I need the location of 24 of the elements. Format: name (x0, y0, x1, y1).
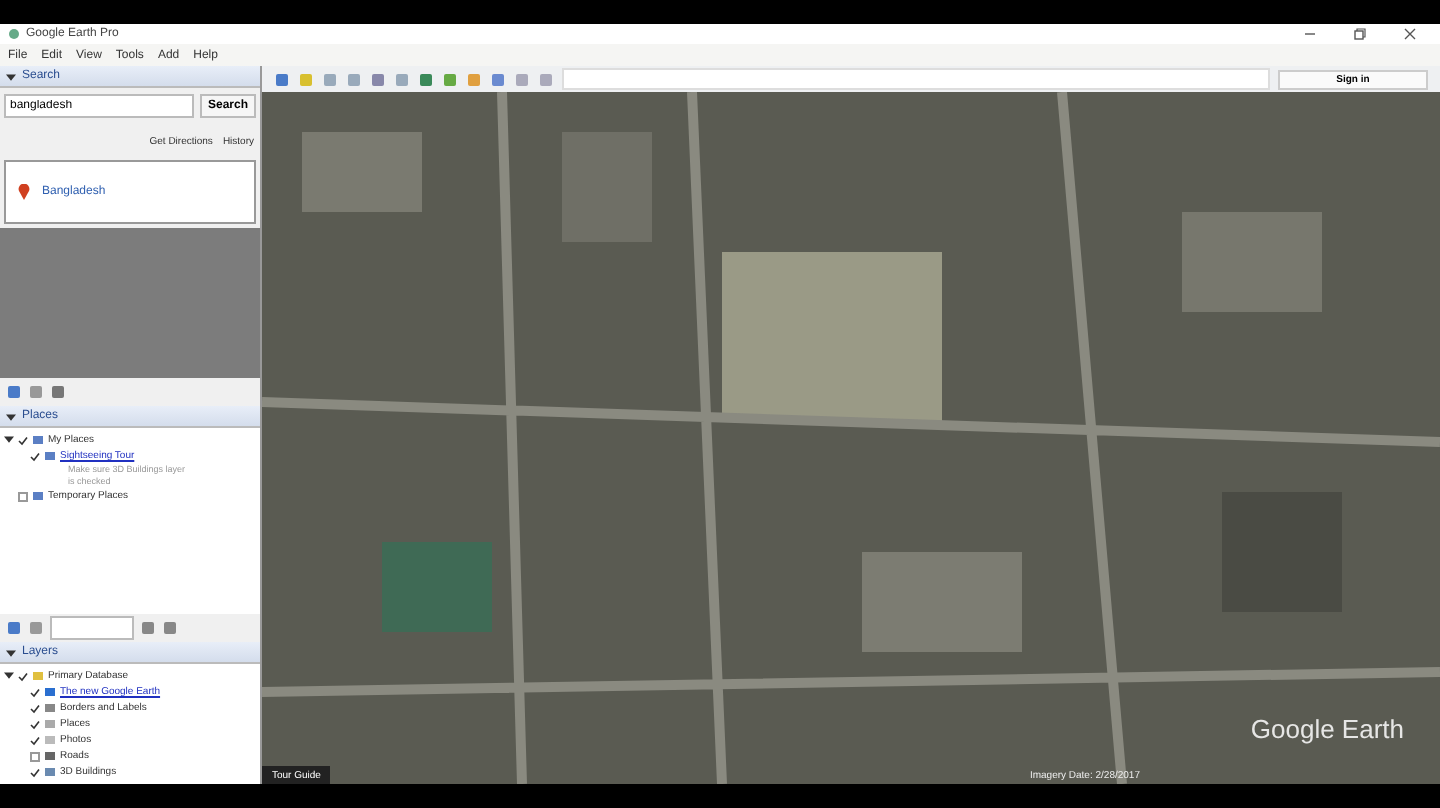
map-pin-icon (18, 184, 30, 200)
collapse-arrow-icon[interactable] (6, 71, 16, 81)
satellite-map-drawing[interactable] (262, 92, 1440, 784)
checkbox[interactable] (30, 735, 40, 745)
app-logo-icon (8, 28, 20, 40)
checkbox[interactable] (30, 687, 40, 697)
collapse-arrow-icon[interactable] (6, 647, 16, 657)
collapse-arrow-icon[interactable] (6, 411, 16, 421)
minimize-icon[interactable] (1304, 28, 1316, 40)
checkbox[interactable] (30, 451, 40, 461)
map-logo: Google Earth (1250, 714, 1404, 744)
restore-icon[interactable] (1354, 28, 1366, 40)
filter-field[interactable] (50, 616, 134, 640)
close-icon[interactable] (1404, 28, 1416, 40)
collapse-arrow-icon[interactable] (4, 434, 14, 444)
checkbox[interactable] (30, 719, 40, 729)
checkbox[interactable] (30, 767, 40, 777)
square-icon (44, 718, 56, 730)
checkbox[interactable] (18, 671, 28, 681)
collapse-arrow-icon[interactable] (4, 670, 14, 680)
checkbox[interactable] (18, 491, 28, 501)
checkbox[interactable] (30, 703, 40, 713)
checkbox[interactable] (30, 751, 40, 761)
checkbox[interactable] (18, 435, 28, 445)
